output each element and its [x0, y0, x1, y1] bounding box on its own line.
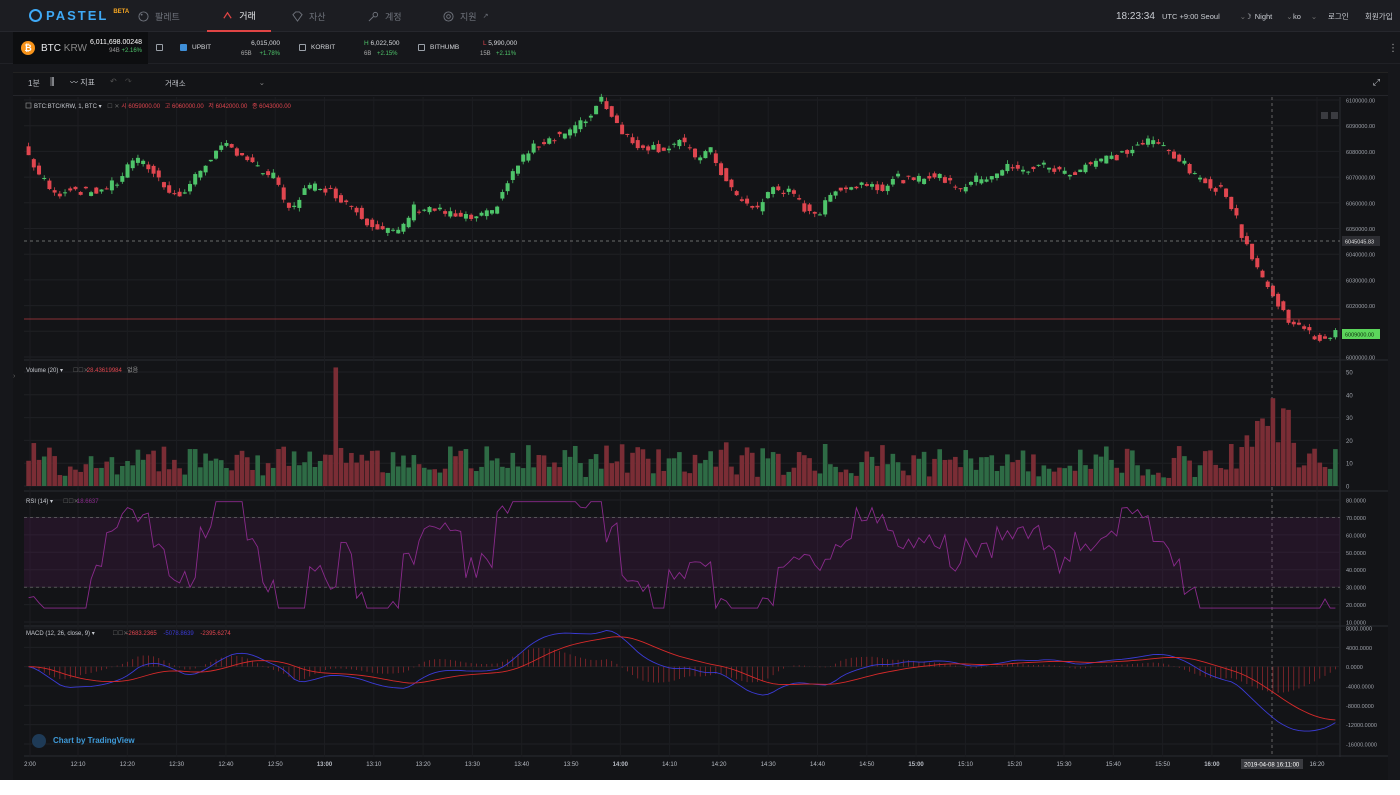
korbit-change: +2.15%: [377, 51, 398, 57]
logo-text: PASTEL: [46, 8, 109, 23]
korbit-price: 6,022,500: [370, 40, 400, 47]
fullscreen-icon[interactable]: ⤢: [1373, 77, 1380, 88]
diamond-icon: [292, 10, 303, 22]
beta-badge: BETA: [113, 8, 130, 15]
select-all-checkbox[interactable]: [156, 44, 163, 51]
exchange-dropdown-label: 거래소: [165, 79, 186, 88]
nav-account-label: 계정: [385, 11, 402, 22]
redo-icon[interactable]: ↷: [125, 77, 132, 86]
upbit-change: +1.78%: [259, 51, 280, 57]
coin-symbol: BTC: [41, 42, 61, 54]
logo-icon: [29, 9, 42, 22]
chevron-down-icon: ⌄: [1310, 11, 1318, 21]
coin-volume: 94B: [109, 48, 120, 54]
upbit-name: UPBIT: [192, 44, 212, 51]
candle-style-icon[interactable]: ⫼: [50, 77, 55, 88]
bitcoin-icon: ₿: [21, 41, 35, 55]
timezone-label: UTC +9:00 Seoul: [1162, 11, 1220, 21]
bithumb-low-marker: L: [483, 40, 487, 47]
nav-support[interactable]: 지원 ↗: [443, 0, 488, 32]
chart-container: [13, 72, 1388, 780]
clock: 18:23:34: [1116, 10, 1155, 22]
nav-palette[interactable]: 팔레트: [138, 0, 180, 32]
top-nav: PASTEL BETA 팔레트 거래 자산 계정 지원 ↗ 18:23:34 UTC…: [0, 0, 1400, 32]
upbit-checkbox[interactable]: [180, 44, 187, 51]
theme-label: Night: [1254, 11, 1273, 21]
bithumb-checkbox[interactable]: [418, 44, 425, 51]
bithumb-volume: 15B: [480, 51, 491, 57]
coin-change: +2.16%: [121, 48, 142, 54]
key-icon: [368, 11, 379, 21]
language-select[interactable]: ko ⌄: [1293, 0, 1317, 32]
exchange-bithumb[interactable]: BITHUMB L 5,990,000 15B +2.11%: [416, 32, 526, 64]
undo-icon[interactable]: ↶: [110, 77, 117, 86]
palette-icon: [138, 10, 149, 22]
coin-selector[interactable]: ₿ BTC KRW 6,011,698.00248 94B +2.16%: [13, 32, 148, 64]
coin-price: 6,011,698.00248: [89, 39, 142, 46]
nav-palette-label: 팔레트: [155, 11, 180, 22]
interval-button[interactable]: 1분: [28, 78, 40, 89]
korbit-volume: 6B: [364, 51, 372, 57]
exchange-upbit[interactable]: UPBIT 6,015,000 65B +1.78%: [178, 32, 288, 64]
bithumb-name: BITHUMB: [430, 44, 460, 51]
coin-quote: KRW: [63, 42, 87, 54]
external-link-icon: ↗: [482, 13, 489, 20]
chevron-down-icon: ⌄: [1286, 11, 1293, 21]
bithumb-change: +2.11%: [496, 51, 517, 57]
support-icon: [443, 10, 454, 22]
login-link[interactable]: 로그인: [1328, 0, 1349, 32]
indicator-icon: 〰: [70, 78, 78, 87]
nav-assets[interactable]: 자산: [292, 0, 326, 32]
chart-toolbar: 1분 ⫼ 〰 지표 ↶ ↷ 거래소 ⌄ ⤢: [13, 72, 1388, 96]
nav-trade[interactable]: 거래: [207, 0, 271, 32]
indicators-label: 지표: [80, 78, 95, 87]
pastel-logo[interactable]: PASTEL BETA: [29, 8, 129, 23]
korbit-name: KORBIT: [311, 44, 336, 51]
korbit-checkbox[interactable]: [299, 44, 306, 51]
exchange-korbit[interactable]: KORBIT H 6,022,500 6B +2.15%: [297, 32, 407, 64]
timezone-select[interactable]: UTC +9:00 Seoul ⌄: [1162, 0, 1246, 32]
more-options-icon[interactable]: ⋮: [1388, 43, 1398, 54]
trade-icon: [223, 11, 232, 19]
nav-support-label: 지원: [460, 11, 477, 22]
language-label: ko: [1293, 11, 1301, 21]
bithumb-price: 5,990,000: [488, 40, 518, 47]
nav-trade-label: 거래: [239, 10, 256, 21]
chevron-down-icon: ⌄: [258, 78, 265, 87]
app-window: PASTEL BETA 팔레트 거래 자산 계정 지원 ↗ 18:23:34 UTC…: [0, 0, 1400, 780]
indicators-button[interactable]: 〰 지표: [70, 77, 95, 88]
theme-select[interactable]: ☽ Night ⌄: [1245, 0, 1293, 32]
exchange-dropdown[interactable]: 거래소 ⌄: [165, 78, 265, 89]
upbit-price: 6,015,000: [251, 40, 280, 47]
upbit-volume: 65B: [241, 51, 252, 57]
nav-assets-label: 자산: [309, 11, 326, 22]
korbit-high-marker: H: [364, 40, 369, 47]
signup-link[interactable]: 회원가입: [1365, 0, 1393, 32]
moon-icon: ☽: [1245, 11, 1252, 21]
nav-account[interactable]: 계정: [368, 0, 402, 32]
